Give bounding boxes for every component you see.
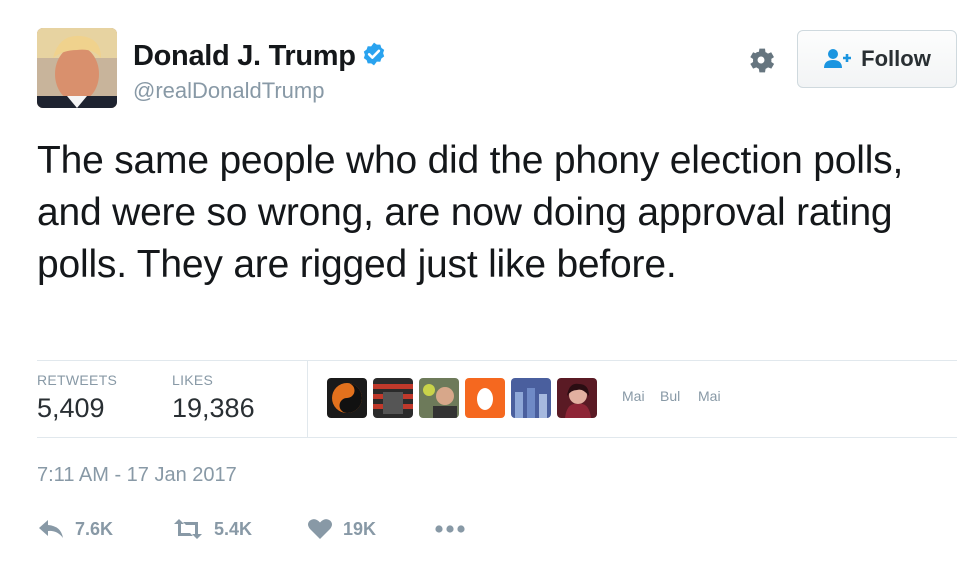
retweets-stat[interactable]: RETWEETS 5,409 [37, 372, 117, 424]
tweet-timestamp[interactable]: 7:11 AM - 17 Jan 2017 [37, 464, 237, 487]
retweets-label: RETWEETS [37, 372, 118, 388]
retweet-icon [174, 519, 202, 539]
likes-stat[interactable]: LIKES 19,386 [172, 372, 255, 424]
add-user-icon [824, 49, 852, 68]
liker-name[interactable]: Mai [698, 388, 722, 404]
like-count: 19K [343, 518, 377, 539]
more-button[interactable] [434, 512, 466, 546]
liker-name[interactable]: Mai [622, 388, 646, 404]
likes-count: 19,386 [172, 393, 255, 423]
more-likers: Mai Bul Mai [622, 388, 722, 404]
retweet-button[interactable]: 5.4K [172, 512, 252, 546]
heart-icon [308, 519, 332, 539]
follow-button[interactable]: Follow [797, 30, 957, 88]
liker-avatar[interactable] [511, 378, 551, 418]
divider [37, 437, 957, 438]
liker-avatars [327, 378, 597, 418]
avatar-image [37, 28, 117, 108]
retweets-count: 5,409 [37, 393, 105, 423]
divider [307, 360, 308, 437]
liker-avatar[interactable] [373, 378, 413, 418]
gear-icon[interactable] [745, 44, 777, 76]
liker-avatar[interactable] [557, 378, 597, 418]
reply-button[interactable]: 7.6K [37, 512, 113, 546]
likes-label: LIKES [172, 372, 214, 388]
verified-badge-icon [363, 42, 384, 66]
divider [37, 360, 957, 361]
reply-count: 7.6K [75, 518, 114, 539]
tweet-text: The same people who did the phony electi… [37, 139, 904, 286]
display-name[interactable]: Donald J. Trump [133, 40, 387, 73]
user-handle[interactable]: @realDonaldTrump [133, 78, 324, 104]
like-button[interactable]: 19K [307, 512, 376, 546]
reply-icon [39, 520, 63, 538]
more-dots-icon [435, 525, 465, 533]
retweet-count: 5.4K [214, 518, 253, 539]
liker-avatar[interactable] [419, 378, 459, 418]
follow-button-label: Follow [861, 46, 931, 71]
liker-avatar[interactable] [327, 378, 367, 418]
liker-name[interactable]: Bul [660, 388, 684, 404]
liker-avatar[interactable] [465, 378, 505, 418]
profile-avatar[interactable] [37, 28, 117, 108]
display-name-text[interactable]: Donald J. Trump [133, 40, 356, 72]
